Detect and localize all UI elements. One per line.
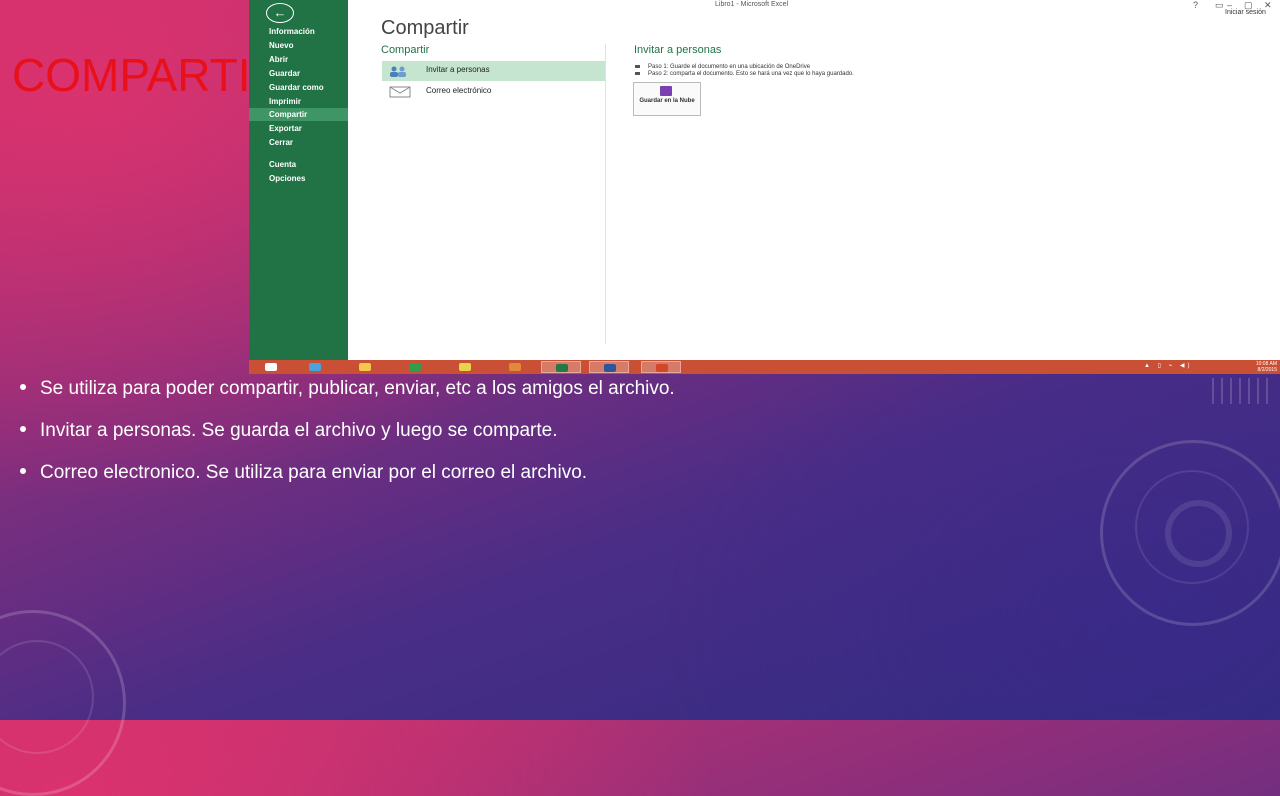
taskbar-file-explorer-button[interactable] (345, 361, 385, 373)
chrome-icon (459, 363, 471, 371)
bullet-text: Se utiliza para poder compartir, publica… (40, 378, 675, 399)
decorative-circle (1165, 500, 1232, 567)
taskbar-excel-button[interactable] (541, 361, 581, 373)
step-text: Paso 2: comparta el documento. Esto se h… (648, 71, 854, 77)
step-text: Paso 1: Guarde el documento en una ubica… (648, 64, 811, 70)
bullet-list: Se utiliza para poder compartir, publica… (0, 378, 1200, 504)
share-option-invite[interactable]: Invitar a personas (382, 61, 605, 81)
bullet-icon (20, 426, 26, 432)
bullet-icon (635, 64, 640, 68)
taskbar-clock[interactable]: 10:08 AM 8/2/2015 (1241, 361, 1277, 373)
backstage-sidebar: ← Información Nuevo Abrir Guardar Guardar co… (249, 0, 348, 360)
paint-icon (509, 363, 521, 371)
decorative-circle (0, 640, 94, 754)
bullet-item: Correo electronico. Se utiliza para envi… (0, 462, 1200, 504)
backstage-item-imprimir[interactable]: Imprimir (269, 97, 301, 106)
clock-date: 8/2/2015 (1257, 367, 1277, 373)
taskbar-chrome-button[interactable] (445, 361, 485, 373)
backstage-item-informaci-n[interactable]: Información (269, 27, 315, 36)
step-2: Paso 2: comparta el documento. Esto se h… (635, 71, 854, 77)
backstage-item-nuevo[interactable]: Nuevo (269, 41, 293, 50)
share-option-label: Correo electrónico (426, 86, 492, 95)
section-title: Compartir (381, 44, 430, 56)
share-option-label: Invitar a personas (426, 65, 490, 74)
step-1: Paso 1: Guarde el documento en una ubica… (635, 64, 810, 70)
window-title: Libro1 - Microsoft Excel (715, 1, 789, 8)
internet-explorer-icon (309, 363, 321, 371)
email-icon (389, 86, 411, 98)
ribbon-display-icon[interactable]: ▭ (1215, 0, 1224, 11)
backstage-item-cuenta[interactable]: Cuenta (269, 160, 296, 169)
backstage-item-guardar[interactable]: Guardar (269, 69, 300, 78)
bullet-item: Invitar a personas. Se guarda el archivo… (0, 420, 1200, 462)
file-explorer-icon (359, 363, 371, 371)
backstage-item-exportar[interactable]: Exportar (269, 124, 302, 133)
backstage-item-compartir[interactable]: Compartir (249, 108, 348, 121)
taskbar-store-button[interactable] (395, 361, 435, 373)
slide-title: COMPARTI (12, 49, 251, 101)
taskbar-word-button[interactable] (589, 361, 629, 373)
excel-screenshot: ← Información Nuevo Abrir Guardar Guardar co… (249, 0, 1280, 374)
sign-in-link[interactable]: Iniciar sesión (1225, 9, 1266, 16)
word-icon (604, 364, 616, 372)
taskbar-paint-button[interactable] (495, 361, 535, 373)
powerpoint-icon (656, 364, 668, 372)
bullet-text: Invitar a personas. Se guarda el archivo… (40, 420, 558, 441)
taskbar-powerpoint-button[interactable] (641, 361, 681, 373)
bullet-item: Se utiliza para poder compartir, publica… (0, 378, 1200, 420)
excel-icon (556, 364, 568, 372)
bullet-icon (635, 71, 640, 75)
taskbar-windows-start-button[interactable] (251, 361, 291, 373)
save-button-label: Guardar en la Nube (639, 98, 695, 104)
backstage-item-opciones[interactable]: Opciones (269, 174, 305, 183)
save-to-cloud-button[interactable]: Guardar en la Nube (633, 82, 701, 116)
bullet-text: Correo electronico. Se utiliza para envi… (40, 462, 588, 483)
store-icon (409, 363, 421, 371)
backstage-item-abrir[interactable]: Abrir (269, 55, 288, 64)
page-title: Compartir (381, 17, 469, 39)
bullet-icon (20, 384, 26, 390)
backstage-item-guardar-como[interactable]: Guardar como (269, 83, 324, 92)
windows-taskbar: ▲ ▯ ⌁ ◀) 10:08 AM 8/2/2015 (249, 360, 1280, 374)
people-icon (390, 66, 406, 77)
backstage-item-cerrar[interactable]: Cerrar (269, 138, 293, 147)
decorative-ticks (1212, 378, 1272, 404)
system-tray[interactable]: ▲ ▯ ⌁ ◀) (1144, 362, 1192, 369)
invite-title: Invitar a personas (634, 44, 722, 56)
help-icon[interactable]: ? (1193, 0, 1198, 10)
save-disk-icon (660, 86, 672, 96)
taskbar-internet-explorer-button[interactable] (295, 361, 335, 373)
decorative-circle (0, 610, 126, 796)
windows-start-icon (265, 363, 277, 371)
share-option-email[interactable]: Correo electrónico (382, 82, 605, 102)
bullet-icon (20, 468, 26, 474)
back-arrow-icon[interactable]: ← (266, 3, 294, 23)
column-divider (605, 44, 606, 344)
